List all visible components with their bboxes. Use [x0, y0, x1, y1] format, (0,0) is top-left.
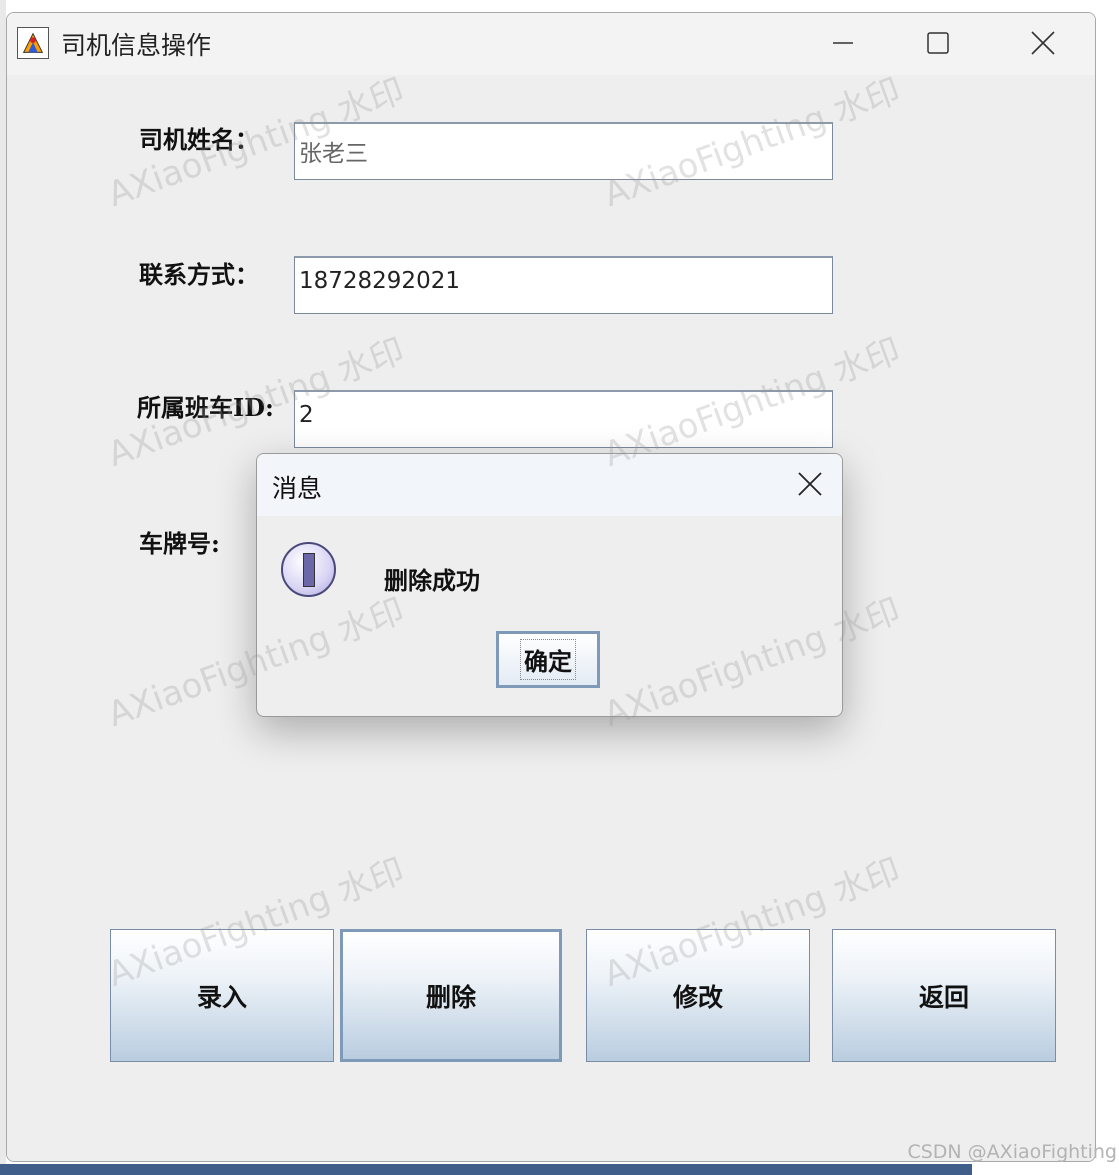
driver-name-label: 司机姓名：: [139, 125, 259, 154]
enter-button[interactable]: 录入: [110, 929, 334, 1062]
info-icon: [281, 542, 336, 597]
dialog-title: 消息: [272, 474, 323, 503]
csdn-watermark: CSDN @AXiaoFighting: [907, 1141, 1117, 1163]
dialog-close-button[interactable]: [792, 466, 828, 502]
plate-number-label: 车牌号:: [139, 529, 220, 558]
info-icon-glyph: [302, 552, 315, 587]
contact-label: 联系方式：: [139, 260, 259, 289]
close-icon: [798, 472, 822, 496]
close-icon: [1031, 31, 1055, 55]
ok-button-label: 确定: [520, 639, 576, 680]
dialog-message: 删除成功: [384, 566, 480, 595]
maximize-icon: [927, 32, 949, 54]
title-bar[interactable]: 司机信息操作: [7, 13, 1095, 75]
minimize-icon: [833, 42, 853, 44]
taskbar-strip: [0, 1164, 972, 1175]
modify-button[interactable]: 修改: [586, 929, 810, 1062]
contact-input[interactable]: 18728292021: [294, 256, 833, 314]
delete-button[interactable]: 删除: [340, 929, 562, 1062]
driver-name-input[interactable]: 张老三: [294, 122, 833, 180]
minimize-button[interactable]: [815, 21, 871, 65]
back-button[interactable]: 返回: [832, 929, 1056, 1062]
window-title: 司机信息操作: [61, 31, 212, 60]
dialog-title-bar[interactable]: 消息: [257, 454, 842, 516]
message-dialog: 消息 删除成功 确定: [256, 453, 843, 717]
ok-button[interactable]: 确定: [496, 631, 600, 688]
maximize-button[interactable]: [910, 21, 966, 65]
close-window-button[interactable]: [1015, 21, 1071, 65]
java-app-icon: [17, 27, 49, 59]
bus-id-label: 所属班车ID:: [137, 393, 274, 422]
bus-id-input[interactable]: 2: [294, 390, 833, 448]
